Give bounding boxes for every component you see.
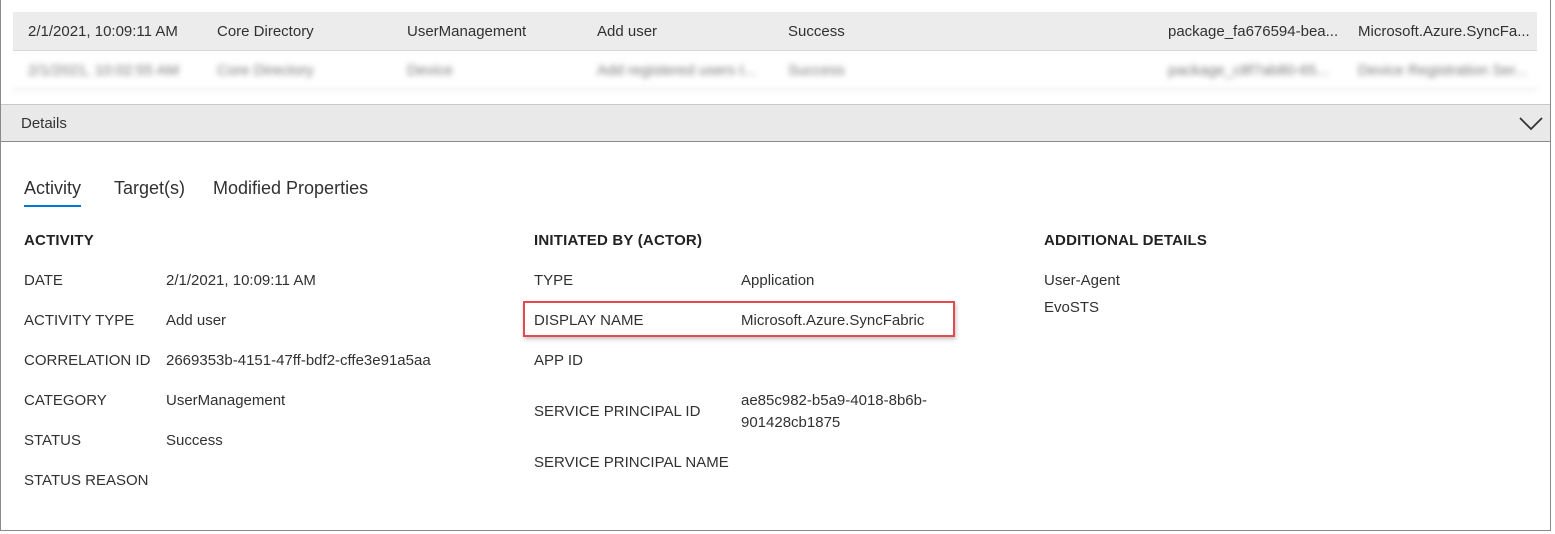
- display-name-highlight-box: [523, 301, 955, 337]
- tab-activity[interactable]: Activity: [24, 178, 82, 207]
- field-value-status: Success: [166, 432, 223, 449]
- details-header[interactable]: Details: [1, 104, 1550, 142]
- table-row[interactable]: 2/1/2021, 10:02:55 AM Core Directory Dev…: [13, 51, 1537, 90]
- field-value-correlation-id: 2669353b-4151-47ff-bdf2-cffe3e91a5aa: [166, 352, 431, 369]
- field-label-app-id: APP ID: [534, 352, 583, 369]
- details-label: Details: [21, 114, 67, 132]
- field-label-status: STATUS: [24, 432, 81, 449]
- cell-date: 2/1/2021, 10:09:11 AM: [28, 22, 178, 40]
- field-label-service-principal-name: SERVICE PRINCIPAL NAME: [534, 454, 729, 471]
- cell-correlation: package_fa676594-bea...: [1168, 22, 1339, 40]
- field-label-category: CATEGORY: [24, 392, 107, 409]
- additional-detail-value: EvoSTS: [1044, 299, 1100, 316]
- field-value-service-principal-id: ae85c982-b5a9-4018-8b6b-901428cb1875: [741, 392, 927, 431]
- field-label-correlation-id: CORRELATION ID: [24, 352, 151, 369]
- field-value-category: UserManagement: [166, 392, 286, 409]
- field-value-activity-type: Add user: [166, 312, 227, 329]
- additional-detail-key: User-Agent: [1044, 272, 1120, 289]
- cell-category: UserManagement: [407, 22, 527, 40]
- tab-modified-properties[interactable]: Modified Properties: [213, 178, 368, 199]
- field-value-date: 2/1/2021, 10:09:11 AM: [166, 272, 316, 289]
- additional-details-section-title: ADDITIONAL DETAILS: [1044, 232, 1208, 249]
- field-label-type: TYPE: [534, 272, 574, 289]
- cell-activity: Add user: [597, 22, 658, 40]
- field-label-date: DATE: [24, 272, 63, 289]
- chevron-down-icon[interactable]: [1518, 113, 1544, 133]
- initiated-by-section-title: INITIATED BY (ACTOR): [534, 232, 703, 249]
- field-value-type: Application: [741, 272, 815, 289]
- cell-service: Core Directory: [217, 61, 314, 79]
- field-label-status-reason: STATUS REASON: [24, 472, 149, 489]
- cell-service: Core Directory: [217, 22, 314, 40]
- cell-category: Device: [407, 61, 453, 79]
- cell-initiator: Device Registration Ser...: [1358, 61, 1528, 79]
- tab-targets[interactable]: Target(s): [114, 178, 185, 199]
- audit-log-table: 2/1/2021, 10:09:11 AM Core Directory Use…: [13, 12, 1537, 90]
- pane-divider: [1550, 0, 1551, 102]
- cell-initiator: Microsoft.Azure.SyncFa...: [1358, 22, 1530, 40]
- activity-section-title: ACTIVITY: [24, 232, 94, 249]
- cell-status: Success: [788, 61, 845, 79]
- field-label-activity-type: ACTIVITY TYPE: [24, 312, 135, 329]
- cell-status: Success: [788, 22, 845, 40]
- cell-correlation: package_c8f7ab80-65...: [1168, 61, 1329, 79]
- field-label-service-principal-id: SERVICE PRINCIPAL ID: [534, 403, 701, 420]
- table-row-selected[interactable]: 2/1/2021, 10:09:11 AM Core Directory Use…: [13, 12, 1537, 51]
- cell-date: 2/1/2021, 10:02:55 AM: [28, 61, 179, 79]
- cell-activity: Add registered users t...: [597, 61, 757, 79]
